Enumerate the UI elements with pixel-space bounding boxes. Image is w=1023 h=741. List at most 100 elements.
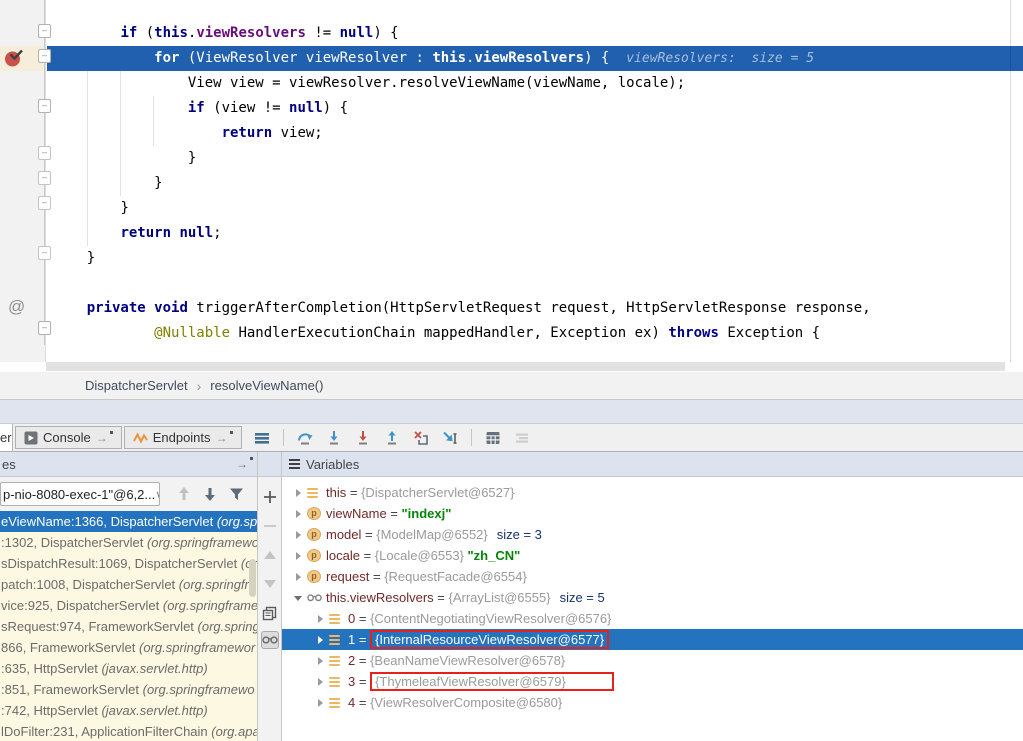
tab-console[interactable]: Console → (15, 426, 122, 449)
variable-name: model (326, 527, 361, 542)
force-step-into-icon[interactable] (355, 430, 371, 446)
variable-value: {ContentNegotiatingViewResolver@6576} (370, 611, 611, 626)
move-watch-down-icon[interactable] (261, 575, 279, 593)
code-editor[interactable]: @ if (this.viewResolvers != null) { for … (0, 0, 1023, 362)
fold-marker-icon[interactable] (38, 24, 51, 38)
object-value-icon (329, 696, 343, 709)
move-watch-up-icon[interactable] (261, 546, 279, 564)
stack-frame-row[interactable]: :635, HttpServlet (javax.servlet.http) (0, 658, 257, 679)
menu-icon[interactable] (254, 430, 270, 446)
fold-marker-icon[interactable] (38, 321, 51, 335)
breakpoint-hit-icon[interactable] (3, 47, 25, 69)
fold-marker-icon[interactable] (38, 49, 51, 63)
variable-row[interactable]: pviewName = "indexj" (282, 503, 1023, 524)
variables-menu-icon[interactable] (289, 459, 300, 469)
drop-frame-icon[interactable] (413, 430, 429, 446)
equals-sign: = (346, 485, 361, 500)
chevron-right-icon[interactable] (292, 528, 305, 541)
chevron-right-icon[interactable] (314, 696, 327, 709)
frames-scrollbar-thumb[interactable] (249, 559, 256, 597)
code-line: } (47, 246, 1023, 271)
code-line: return null; (47, 221, 1023, 246)
code-line: } (47, 171, 1023, 196)
tab-endpoints-pin-icon: → (216, 431, 233, 445)
stack-frame-row[interactable]: lDoFilter:231, ApplicationFilterChain (o… (0, 721, 257, 741)
frame-down-icon[interactable] (203, 486, 217, 502)
chevron-right-icon[interactable] (292, 507, 305, 520)
chevron-right-icon[interactable] (314, 633, 327, 646)
stack-frame-row[interactable]: vice:925, DispatcherServlet (org.springf… (0, 595, 257, 616)
stack-frame-row[interactable]: sRequest:974, FrameworkServlet (org.spri… (0, 616, 257, 637)
layout-settings-icon[interactable] (514, 430, 530, 446)
parameter-icon: p (307, 549, 321, 562)
step-over-icon[interactable] (297, 430, 313, 446)
stack-frame-row[interactable]: sDispatchResult:1069, DispatcherServlet … (0, 553, 257, 574)
chevron-right-icon[interactable] (314, 612, 327, 625)
parameter-icon: p (307, 528, 321, 541)
chevron-right-icon[interactable] (292, 486, 305, 499)
object-value-icon (329, 675, 343, 688)
frames-tab-label[interactable]: es (2, 457, 16, 472)
variable-value: {ModelMap@6552} (376, 527, 488, 542)
stack-frame-row[interactable]: :1302, DispatcherServlet (org.springfram… (0, 532, 257, 553)
breadcrumb: DispatcherServlet › resolveViewName() (0, 372, 1023, 400)
stack-frame-row[interactable]: eViewName:1366, DispatcherServlet (org.s… (0, 511, 257, 532)
inline-debug-hint: viewResolvers: size = 5 (626, 51, 814, 66)
fold-marker-icon[interactable] (38, 246, 51, 260)
chevron-right-icon[interactable] (292, 570, 305, 583)
tab-debugger-partial[interactable]: er (0, 424, 13, 451)
thread-row: p-nio-8080-exec-1"@6,2... ∨ (0, 477, 257, 511)
chevron-right-icon[interactable] (314, 675, 327, 688)
variable-row[interactable]: 2 = {BeanNameViewResolver@6578} (282, 650, 1023, 671)
equals-sign: = (355, 674, 370, 689)
variable-row[interactable]: pmodel = {ModelMap@6552} size = 3 (282, 524, 1023, 545)
fold-marker-icon[interactable] (38, 99, 51, 113)
right-margin-guide (1010, 0, 1011, 362)
variable-row[interactable]: this = {DispatcherServlet@6527} (282, 482, 1023, 503)
chevron-right-icon[interactable] (292, 549, 305, 562)
frames-list: eViewName:1366, DispatcherServlet (org.s… (0, 511, 257, 741)
chevron-down-icon[interactable] (292, 591, 305, 604)
stack-frame-row[interactable]: 866, FrameworkServlet (org.springframewo… (0, 637, 257, 658)
variable-row[interactable]: 0 = {ContentNegotiatingViewResolver@6576… (282, 608, 1023, 629)
variable-row[interactable]: 4 = {ViewResolverComposite@6580} (282, 692, 1023, 713)
stack-frame-row[interactable]: patch:1008, DispatcherServlet (org.sprin… (0, 574, 257, 595)
filter-frames-icon[interactable] (229, 487, 244, 501)
chevron-right-icon[interactable] (314, 654, 327, 667)
variable-row[interactable]: 1 = {InternalResourceViewResolver@6577} (282, 629, 1023, 650)
variable-row[interactable]: 3 = {ThymeleafViewResolver@6579} (282, 671, 1023, 692)
evaluate-expression-icon[interactable] (485, 430, 501, 446)
add-watch-icon[interactable] (261, 488, 279, 506)
variable-row[interactable]: plocale = {Locale@6553} "zh_CN" (282, 545, 1023, 566)
variable-row[interactable]: prequest = {RequestFacade@6554} (282, 566, 1023, 587)
show-watches-icon[interactable] (261, 631, 279, 649)
stack-frame-row[interactable]: :742, HttpServlet (javax.servlet.http) (0, 700, 257, 721)
hscrollbar-track[interactable] (46, 362, 1005, 371)
stack-frame-row[interactable]: :851, FrameworkServlet (org.springframew… (0, 679, 257, 700)
tab-endpoints[interactable]: Endpoints → (124, 426, 242, 449)
thread-dropdown[interactable]: p-nio-8080-exec-1"@6,2... ∨ (0, 482, 160, 506)
breadcrumb-method[interactable]: resolveViewName() (210, 378, 323, 393)
frame-up-icon[interactable] (177, 486, 191, 502)
fold-marker-icon[interactable] (38, 146, 51, 160)
code-line: } (47, 196, 1023, 221)
debug-toolbar-strip (0, 400, 1023, 424)
variables-list: this = {DispatcherServlet@6527}pviewName… (282, 477, 1023, 741)
fold-marker-icon[interactable] (38, 171, 51, 185)
variable-name: this.viewResolvers (326, 590, 434, 605)
step-out-icon[interactable] (384, 430, 400, 446)
fold-marker-icon[interactable] (38, 196, 51, 210)
collection-size: size = 3 (497, 527, 542, 542)
variable-row[interactable]: this.viewResolvers = {ArrayList@6555}siz… (282, 587, 1023, 608)
step-into-icon[interactable] (326, 430, 342, 446)
run-to-cursor-icon[interactable] (442, 430, 458, 446)
equals-sign: = (361, 527, 376, 542)
editor-hscrollbar[interactable] (0, 362, 1023, 372)
duplicate-watch-icon[interactable] (261, 604, 279, 622)
remove-watch-icon[interactable] (261, 517, 279, 535)
breadcrumb-class[interactable]: DispatcherServlet (85, 378, 188, 393)
equals-sign: = (387, 506, 402, 521)
code-line: private void triggerAfterCompletion(Http… (47, 296, 1023, 321)
code-area: if (this.viewResolvers != null) { for (V… (47, 21, 1023, 346)
variables-title: Variables (306, 457, 359, 472)
